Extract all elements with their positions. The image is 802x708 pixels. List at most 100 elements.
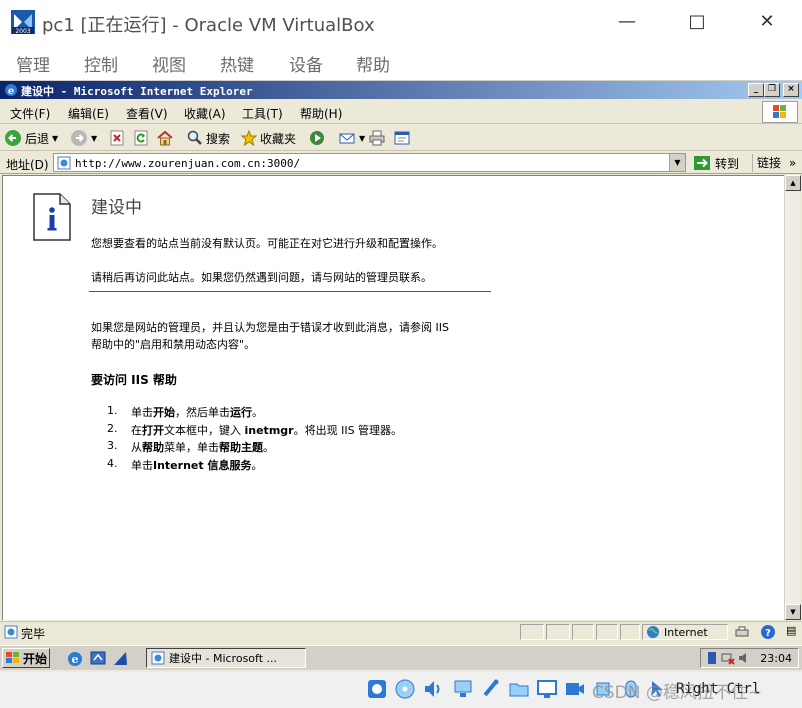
- step-text: 。: [251, 458, 263, 472]
- ie-menu-file[interactable]: 文件(F): [10, 105, 50, 122]
- search-button[interactable]: 搜索: [186, 128, 230, 148]
- network-icon[interactable]: [734, 624, 750, 640]
- scroll-down-button[interactable]: ▼: [785, 604, 801, 620]
- vbox-menu-view[interactable]: 视图: [152, 51, 186, 76]
- ie-content-area[interactable]: 建设中 您想要查看的站点当前没有默认页。可能正在对它进行升级和配置操作。 请稍后…: [2, 175, 784, 620]
- ie-menu-view[interactable]: 查看(V): [126, 105, 168, 122]
- vbox-menu-help[interactable]: 帮助: [356, 51, 390, 76]
- step-text: 在: [131, 423, 142, 437]
- ie-titlebar: e 建设中 - Microsoft Internet Explorer _ ❐ …: [0, 80, 802, 99]
- minimize-button[interactable]: —: [612, 10, 642, 34]
- scroll-up-button[interactable]: ▲: [785, 175, 801, 191]
- address-dropdown-icon[interactable]: ▼: [669, 154, 685, 171]
- address-box[interactable]: ▼: [53, 153, 686, 172]
- ie-menu-help[interactable]: 帮助(H): [300, 105, 342, 122]
- maximize-button[interactable]: □: [682, 10, 712, 34]
- page-paragraph-3-line-2: 帮助中的"启用和禁用动态内容"。: [91, 338, 256, 351]
- status-pane: [572, 624, 594, 640]
- step-bold: 运行: [230, 406, 252, 419]
- tray-network-disconnected-icon[interactable]: [721, 651, 735, 665]
- resize-grip-icon[interactable]: ▤: [786, 624, 796, 637]
- ie-menu-favorites[interactable]: 收藏(A): [184, 105, 226, 122]
- refresh-button[interactable]: [132, 128, 150, 148]
- back-dropdown-icon[interactable]: ▼: [52, 134, 58, 143]
- search-label: 搜索: [206, 131, 231, 146]
- virtualbox-app-icon[interactable]: 2003: [10, 9, 36, 35]
- go-label: 转到: [715, 156, 740, 171]
- windows-logo-icon: [773, 105, 786, 118]
- system-tray: 23:04: [700, 648, 799, 668]
- ie-window-icon[interactable]: e: [4, 83, 18, 97]
- step-item: 1. 单击开始，然后单击运行。: [107, 404, 402, 422]
- vbox-audio-icon[interactable]: [422, 678, 444, 700]
- status-page-icon: [4, 625, 18, 639]
- vbox-usb-icon[interactable]: [480, 678, 502, 700]
- vbox-recording-icon[interactable]: [564, 678, 586, 700]
- media-button[interactable]: [308, 128, 326, 148]
- tray-device-icon[interactable]: [705, 651, 719, 665]
- page-paragraph-2: 请稍后再访问此站点。如果您仍然遇到问题，请与网站的管理员联系。: [91, 271, 432, 284]
- taskbar-window-label: 建设中 - Microsoft ...: [169, 652, 278, 665]
- forward-dropdown-icon[interactable]: ▼: [91, 134, 97, 143]
- home-button[interactable]: [156, 128, 174, 148]
- step-number: 4.: [107, 456, 118, 470]
- guest-screen[interactable]: e 建设中 - Microsoft Internet Explorer _ ❐ …: [0, 80, 802, 672]
- mail-dropdown-icon[interactable]: ▼: [359, 134, 365, 143]
- tray-volume-icon[interactable]: [737, 651, 751, 665]
- vbox-optical-drive-icon[interactable]: [394, 678, 416, 700]
- step-bold: Internet 信息服务: [153, 458, 252, 472]
- step-text: 。: [263, 441, 274, 454]
- back-button[interactable]: 后退 ▼: [4, 128, 58, 148]
- back-label: 后退: [25, 131, 50, 146]
- step-text: 菜单，单击: [164, 441, 219, 454]
- vbox-menu-control[interactable]: 控制: [84, 51, 118, 76]
- step-bold: 开始: [153, 406, 175, 419]
- vbox-menu-hotkeys[interactable]: 热键: [220, 51, 254, 76]
- taskbar-clock: 23:04: [760, 652, 792, 665]
- info-page-icon: [33, 193, 71, 241]
- page-paragraph-3-line-1: 如果您是网站的管理员，并且认为您是由于错误才收到此消息，请参阅 IIS: [91, 321, 449, 334]
- ie-close-button[interactable]: ×: [783, 83, 799, 97]
- ie-minimize-button[interactable]: _: [748, 83, 764, 97]
- print-button[interactable]: [368, 128, 386, 148]
- favorites-button[interactable]: 收藏夹: [240, 128, 296, 148]
- vbox-network-icon[interactable]: [452, 678, 474, 700]
- links-button[interactable]: 链接 »: [752, 154, 796, 172]
- quicklaunch-desktop-icon[interactable]: [89, 650, 107, 668]
- step-number: 2.: [107, 421, 118, 435]
- divider-rule: [89, 291, 491, 292]
- help-icon[interactable]: ?: [760, 624, 776, 640]
- ie-restore-button[interactable]: ❐: [764, 83, 780, 97]
- close-button[interactable]: ✕: [752, 10, 782, 34]
- go-arrow-icon: [694, 156, 710, 170]
- vbox-shared-folder-icon[interactable]: [508, 678, 530, 700]
- ie-window-title: 建设中 - Microsoft Internet Explorer: [21, 85, 253, 98]
- ie-menu-tools[interactable]: 工具(T): [242, 105, 283, 122]
- quicklaunch-ie-icon[interactable]: e: [66, 650, 84, 668]
- ie-vertical-scrollbar[interactable]: ▲ ▼: [784, 175, 801, 620]
- stop-button[interactable]: [108, 128, 126, 148]
- mail-icon: [339, 133, 355, 144]
- vbox-window-title: pc1 [正在运行] - Oracle VM VirtualBox: [42, 15, 375, 36]
- forward-button[interactable]: ▼: [70, 128, 97, 148]
- vbox-menu-manage[interactable]: 管理: [16, 51, 50, 76]
- address-input[interactable]: [75, 156, 655, 170]
- ie-menu-edit[interactable]: 编辑(E): [68, 105, 109, 122]
- taskbar-ie-window-button[interactable]: 建设中 - Microsoft ...: [146, 648, 306, 668]
- mail-button[interactable]: ▼: [338, 128, 365, 148]
- favorites-label: 收藏夹: [260, 131, 297, 146]
- status-pane: [520, 624, 544, 640]
- edit-button[interactable]: [393, 128, 411, 148]
- security-zone-label: Internet: [664, 625, 708, 639]
- vbox-harddisk-icon[interactable]: [366, 678, 388, 700]
- start-button[interactable]: 开始: [2, 648, 50, 668]
- quicklaunch-app-icon[interactable]: [112, 650, 130, 668]
- go-button[interactable]: 转到: [693, 154, 739, 172]
- vbox-icon-badge: 2003: [15, 28, 30, 35]
- svg-text:?: ?: [765, 628, 771, 639]
- vbox-menu-devices[interactable]: 设备: [289, 51, 323, 76]
- security-zone[interactable]: Internet: [642, 624, 728, 640]
- vbox-display-icon[interactable]: [536, 678, 558, 700]
- step-text: 单击: [131, 406, 153, 419]
- step-item: 2. 在打开文本框中，键入 inetmgr。将出现 IIS 管理器。: [107, 422, 402, 440]
